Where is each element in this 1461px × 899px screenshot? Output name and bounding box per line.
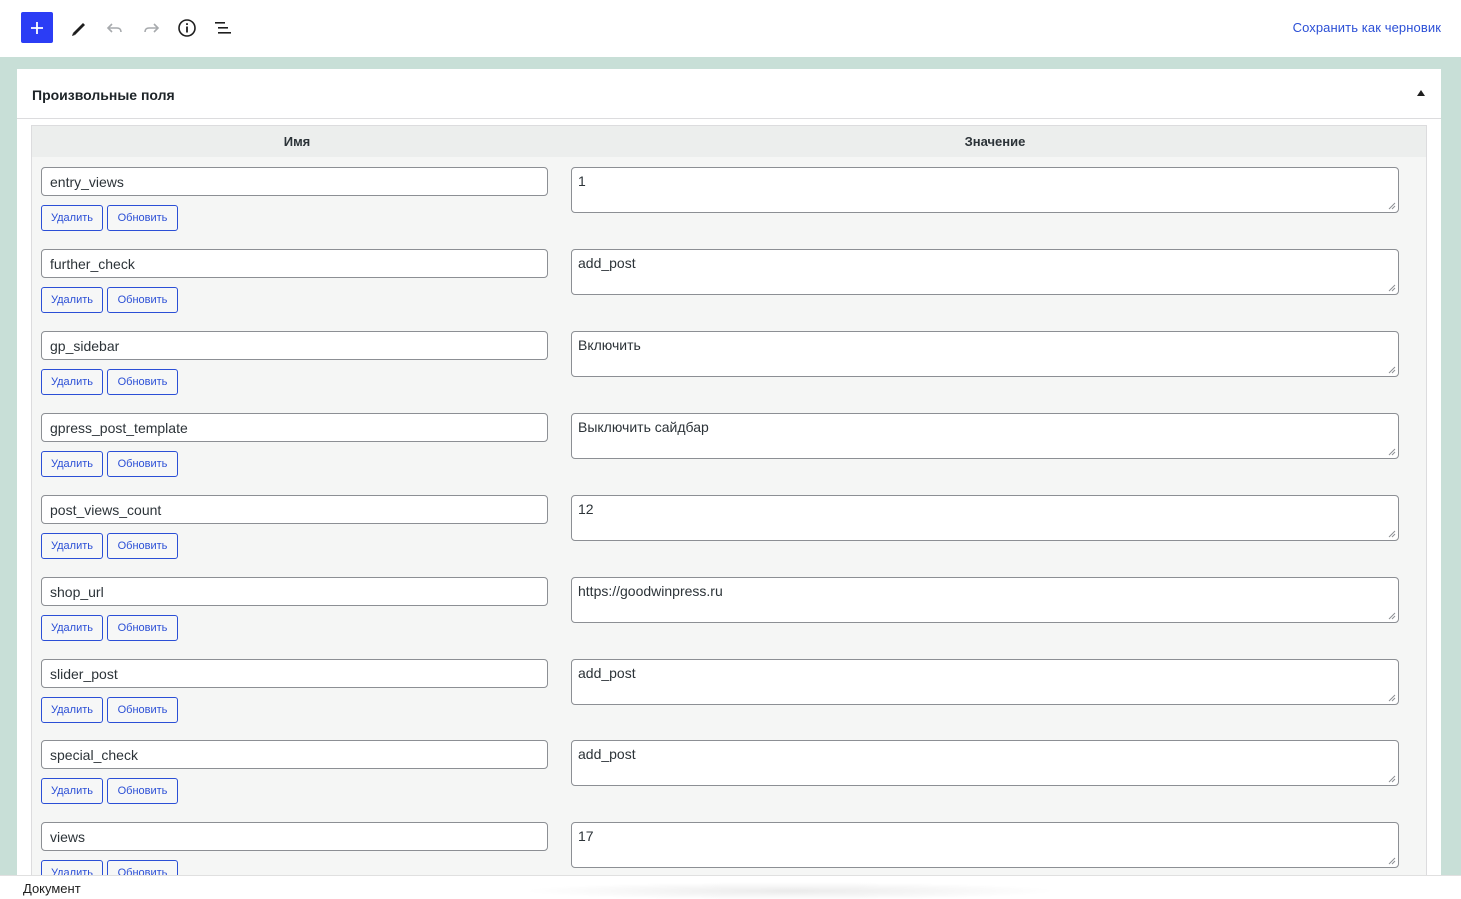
table-row: slider_post Удалить Обновить add_post: [32, 659, 1428, 741]
panel-header[interactable]: Произвольные поля: [17, 69, 1441, 119]
field-name-input[interactable]: shop_url: [41, 577, 548, 606]
field-value-textarea[interactable]: Включить: [571, 331, 1399, 377]
editor-footer: Документ: [0, 875, 1461, 899]
field-name-input[interactable]: special_check: [41, 740, 548, 769]
field-value-textarea[interactable]: Выключить сайдбар: [571, 413, 1399, 459]
add-block-button[interactable]: [21, 12, 53, 43]
save-draft-button[interactable]: Сохранить как черновик: [1293, 20, 1441, 35]
field-name-input[interactable]: gp_sidebar: [41, 331, 548, 360]
field-name-input[interactable]: entry_views: [41, 167, 548, 196]
field-value-textarea[interactable]: add_post: [571, 740, 1399, 786]
field-value-textarea[interactable]: add_post: [571, 659, 1399, 705]
field-value-text: 17: [578, 828, 594, 844]
panel-title: Произвольные поля: [32, 87, 175, 103]
field-value-text: add_post: [578, 746, 636, 762]
update-button[interactable]: Обновить: [107, 451, 178, 477]
delete-button[interactable]: Удалить: [41, 778, 103, 804]
resize-grip-icon[interactable]: [1388, 612, 1396, 620]
field-name-input[interactable]: gpress_post_template: [41, 413, 548, 442]
field-value-textarea[interactable]: add_post: [571, 249, 1399, 295]
undo-icon: [106, 23, 122, 33]
redo-icon: [144, 23, 160, 33]
field-value-text: add_post: [578, 665, 636, 681]
field-value-text: 1: [578, 173, 586, 189]
redo-button[interactable]: [137, 14, 165, 42]
info-icon: [178, 19, 196, 37]
update-button[interactable]: Обновить: [107, 205, 178, 231]
field-name-input[interactable]: further_check: [41, 249, 548, 278]
table-header: Имя Значение: [32, 126, 1426, 157]
field-value-text: https://goodwinpress.ru: [578, 583, 723, 599]
update-button[interactable]: Обновить: [107, 778, 178, 804]
list-view-icon: [215, 22, 231, 34]
column-header-name: Имя: [283, 134, 311, 149]
resize-grip-icon[interactable]: [1388, 857, 1396, 865]
table-row: shop_url Удалить Обновить https://goodwi…: [32, 577, 1428, 659]
undo-button[interactable]: [101, 14, 129, 42]
update-button[interactable]: Обновить: [107, 369, 178, 395]
resize-grip-icon[interactable]: [1388, 448, 1396, 456]
update-button[interactable]: Обновить: [107, 697, 178, 723]
table-row: special_check Удалить Обновить add_post: [32, 740, 1428, 822]
field-value-text: add_post: [578, 255, 636, 271]
delete-button[interactable]: Удалить: [41, 369, 103, 395]
custom-fields-panel: Произвольные поля Имя Значение entry_vie…: [17, 69, 1441, 875]
update-button[interactable]: Обновить: [107, 533, 178, 559]
delete-button[interactable]: Удалить: [41, 533, 103, 559]
table-row: post_views_count Удалить Обновить 12: [32, 495, 1428, 577]
list-view-button[interactable]: [209, 14, 237, 42]
delete-button[interactable]: Удалить: [41, 615, 103, 641]
table-row: views Удалить Обновить 17: [32, 822, 1428, 875]
update-button[interactable]: Обновить: [107, 287, 178, 313]
table-row: entry_views Удалить Обновить 1: [32, 167, 1428, 249]
resize-grip-icon[interactable]: [1388, 366, 1396, 374]
custom-fields-table: Имя Значение entry_views Удалить Обновит…: [31, 125, 1427, 875]
update-button[interactable]: Обновить: [107, 860, 178, 875]
delete-button[interactable]: Удалить: [41, 287, 103, 313]
resize-grip-icon[interactable]: [1388, 694, 1396, 702]
resize-grip-icon[interactable]: [1388, 202, 1396, 210]
field-value-textarea[interactable]: 1: [571, 167, 1399, 213]
field-name-input[interactable]: views: [41, 822, 548, 851]
table-row: gp_sidebar Удалить Обновить Включить: [32, 331, 1428, 413]
scroll-shadow: [520, 882, 1060, 899]
field-value-text: Включить: [578, 337, 641, 353]
field-value-textarea[interactable]: 17: [571, 822, 1399, 868]
delete-button[interactable]: Удалить: [41, 205, 103, 231]
field-name-input[interactable]: slider_post: [41, 659, 548, 688]
delete-button[interactable]: Удалить: [41, 697, 103, 723]
field-value-textarea[interactable]: https://goodwinpress.ru: [571, 577, 1399, 623]
resize-grip-icon[interactable]: [1388, 775, 1396, 783]
editor-toolbar: Сохранить как черновик: [0, 0, 1461, 57]
details-button[interactable]: [173, 14, 201, 42]
field-name-input[interactable]: post_views_count: [41, 495, 548, 524]
column-header-value: Значение: [964, 134, 1026, 149]
collapse-arrow-icon[interactable]: [1417, 90, 1425, 96]
resize-grip-icon[interactable]: [1388, 530, 1396, 538]
delete-button[interactable]: Удалить: [41, 451, 103, 477]
breadcrumb[interactable]: Документ: [23, 881, 81, 896]
field-value-text: 12: [578, 501, 594, 517]
field-value-text: Выключить сайдбар: [578, 419, 709, 435]
field-value-textarea[interactable]: 12: [571, 495, 1399, 541]
pencil-icon: [72, 23, 85, 36]
plus-icon: [31, 21, 43, 34]
tools-button[interactable]: [65, 14, 93, 42]
table-row: further_check Удалить Обновить add_post: [32, 249, 1428, 331]
table-row: gpress_post_template Удалить Обновить Вы…: [32, 413, 1428, 495]
resize-grip-icon[interactable]: [1388, 284, 1396, 292]
delete-button[interactable]: Удалить: [41, 860, 103, 875]
update-button[interactable]: Обновить: [107, 615, 178, 641]
